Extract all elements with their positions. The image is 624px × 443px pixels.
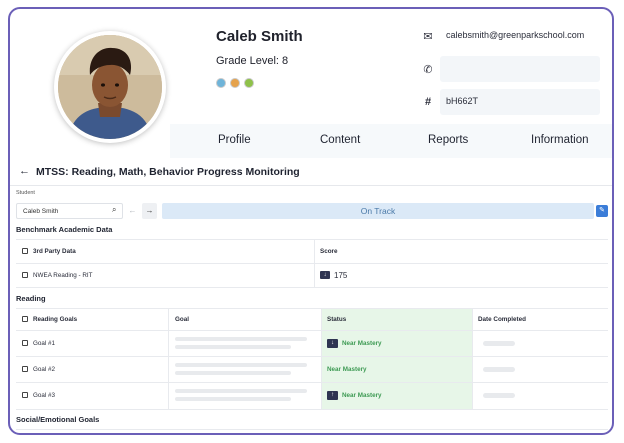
select-all-checkbox[interactable] <box>22 316 28 322</box>
column-header: Goal <box>175 316 189 323</box>
student-profile-window: Caleb Smith Grade Level: 8 ✉ calebsmith@… <box>8 7 614 435</box>
redacted-goal-text <box>175 337 307 341</box>
benchmark-name: NWEA Reading - RIT <box>33 272 93 279</box>
mtss-title: MTSS: Reading, Math, Behavior Progress M… <box>36 166 300 178</box>
badge-dot[interactable] <box>244 78 254 88</box>
benchmark-title: Benchmark Academic Data <box>16 225 113 234</box>
tab-content[interactable]: Content <box>320 134 360 146</box>
grade-level: Grade Level: 8 <box>216 55 289 67</box>
benchmark-score: 175 <box>334 271 348 280</box>
prev-student-button[interactable]: ← <box>125 203 140 219</box>
redacted-goal-text <box>175 345 291 349</box>
redacted-goal-text <box>175 371 291 375</box>
divider <box>16 409 608 410</box>
phone-icon: ✆ <box>423 64 433 76</box>
divider <box>16 382 608 383</box>
select-all-checkbox[interactable] <box>22 248 28 254</box>
divider <box>168 308 169 409</box>
column-header: Date Completed <box>478 316 526 323</box>
search-icon[interactable]: ⌕ <box>112 205 116 215</box>
redacted-goal-text <box>175 363 307 367</box>
badge-dots <box>216 78 254 88</box>
redacted-goal-text <box>175 397 291 401</box>
divider <box>16 308 608 309</box>
status-bar: On Track <box>162 203 594 219</box>
tab-reports[interactable]: Reports <box>428 134 468 146</box>
reading-title: Reading <box>16 294 46 303</box>
divider <box>16 239 608 240</box>
student-name: Caleb Smith <box>216 28 303 45</box>
column-header: Score <box>320 248 338 255</box>
goal-name: Goal #1 <box>33 340 56 347</box>
social-emotional-title: Social/Emotional Goals <box>16 415 100 424</box>
goal-status: Near Mastery <box>327 366 367 373</box>
next-student-button[interactable]: → <box>142 203 157 219</box>
row-checkbox[interactable] <box>22 340 28 346</box>
redacted-date <box>483 367 515 372</box>
phone-field[interactable] <box>440 56 600 82</box>
edit-icon[interactable]: ✎ <box>596 205 608 217</box>
divider <box>16 356 608 357</box>
column-header: Reading Goals <box>33 316 78 323</box>
tab-information[interactable]: Information <box>531 134 589 146</box>
divider <box>472 308 473 409</box>
mail-icon: ✉ <box>423 31 433 43</box>
avatar <box>58 35 162 139</box>
arrow-down-icon: ↓ <box>320 271 330 279</box>
redacted-date <box>483 341 515 346</box>
divider <box>314 239 315 287</box>
badge-dot[interactable] <box>230 78 240 88</box>
redacted-goal-text <box>175 389 307 393</box>
divider <box>16 429 608 430</box>
profile-tabs: Profile Content Reports Information <box>170 124 612 158</box>
arrow-down-icon: ↓ <box>327 339 338 348</box>
divider <box>16 287 608 288</box>
divider <box>16 330 608 331</box>
goal-status: Near Mastery <box>342 340 382 347</box>
column-header: Status <box>327 316 347 323</box>
student-photo-icon <box>58 35 162 139</box>
redacted-date <box>483 393 515 398</box>
row-checkbox[interactable] <box>22 272 28 278</box>
row-checkbox[interactable] <box>22 392 28 398</box>
column-header: 3rd Party Data <box>33 248 76 255</box>
goal-name: Goal #2 <box>33 366 56 373</box>
email-field[interactable]: calebsmith@greenparkschool.com <box>440 23 600 49</box>
divider <box>321 308 322 409</box>
profile-header: Caleb Smith Grade Level: 8 ✉ calebsmith@… <box>10 9 612 169</box>
hash-icon: # <box>424 96 432 108</box>
badge-dot[interactable] <box>216 78 226 88</box>
divider <box>10 185 612 186</box>
row-checkbox[interactable] <box>22 366 28 372</box>
tab-profile[interactable]: Profile <box>218 134 251 146</box>
student-select-input[interactable]: Caleb Smith <box>16 203 123 219</box>
divider <box>16 263 608 264</box>
goal-name: Goal #3 <box>33 392 56 399</box>
id-field[interactable]: bH662T <box>440 89 600 115</box>
arrow-up-icon: ↑ <box>327 391 338 400</box>
goal-status: Near Mastery <box>342 392 382 399</box>
student-label: Student <box>16 190 35 196</box>
